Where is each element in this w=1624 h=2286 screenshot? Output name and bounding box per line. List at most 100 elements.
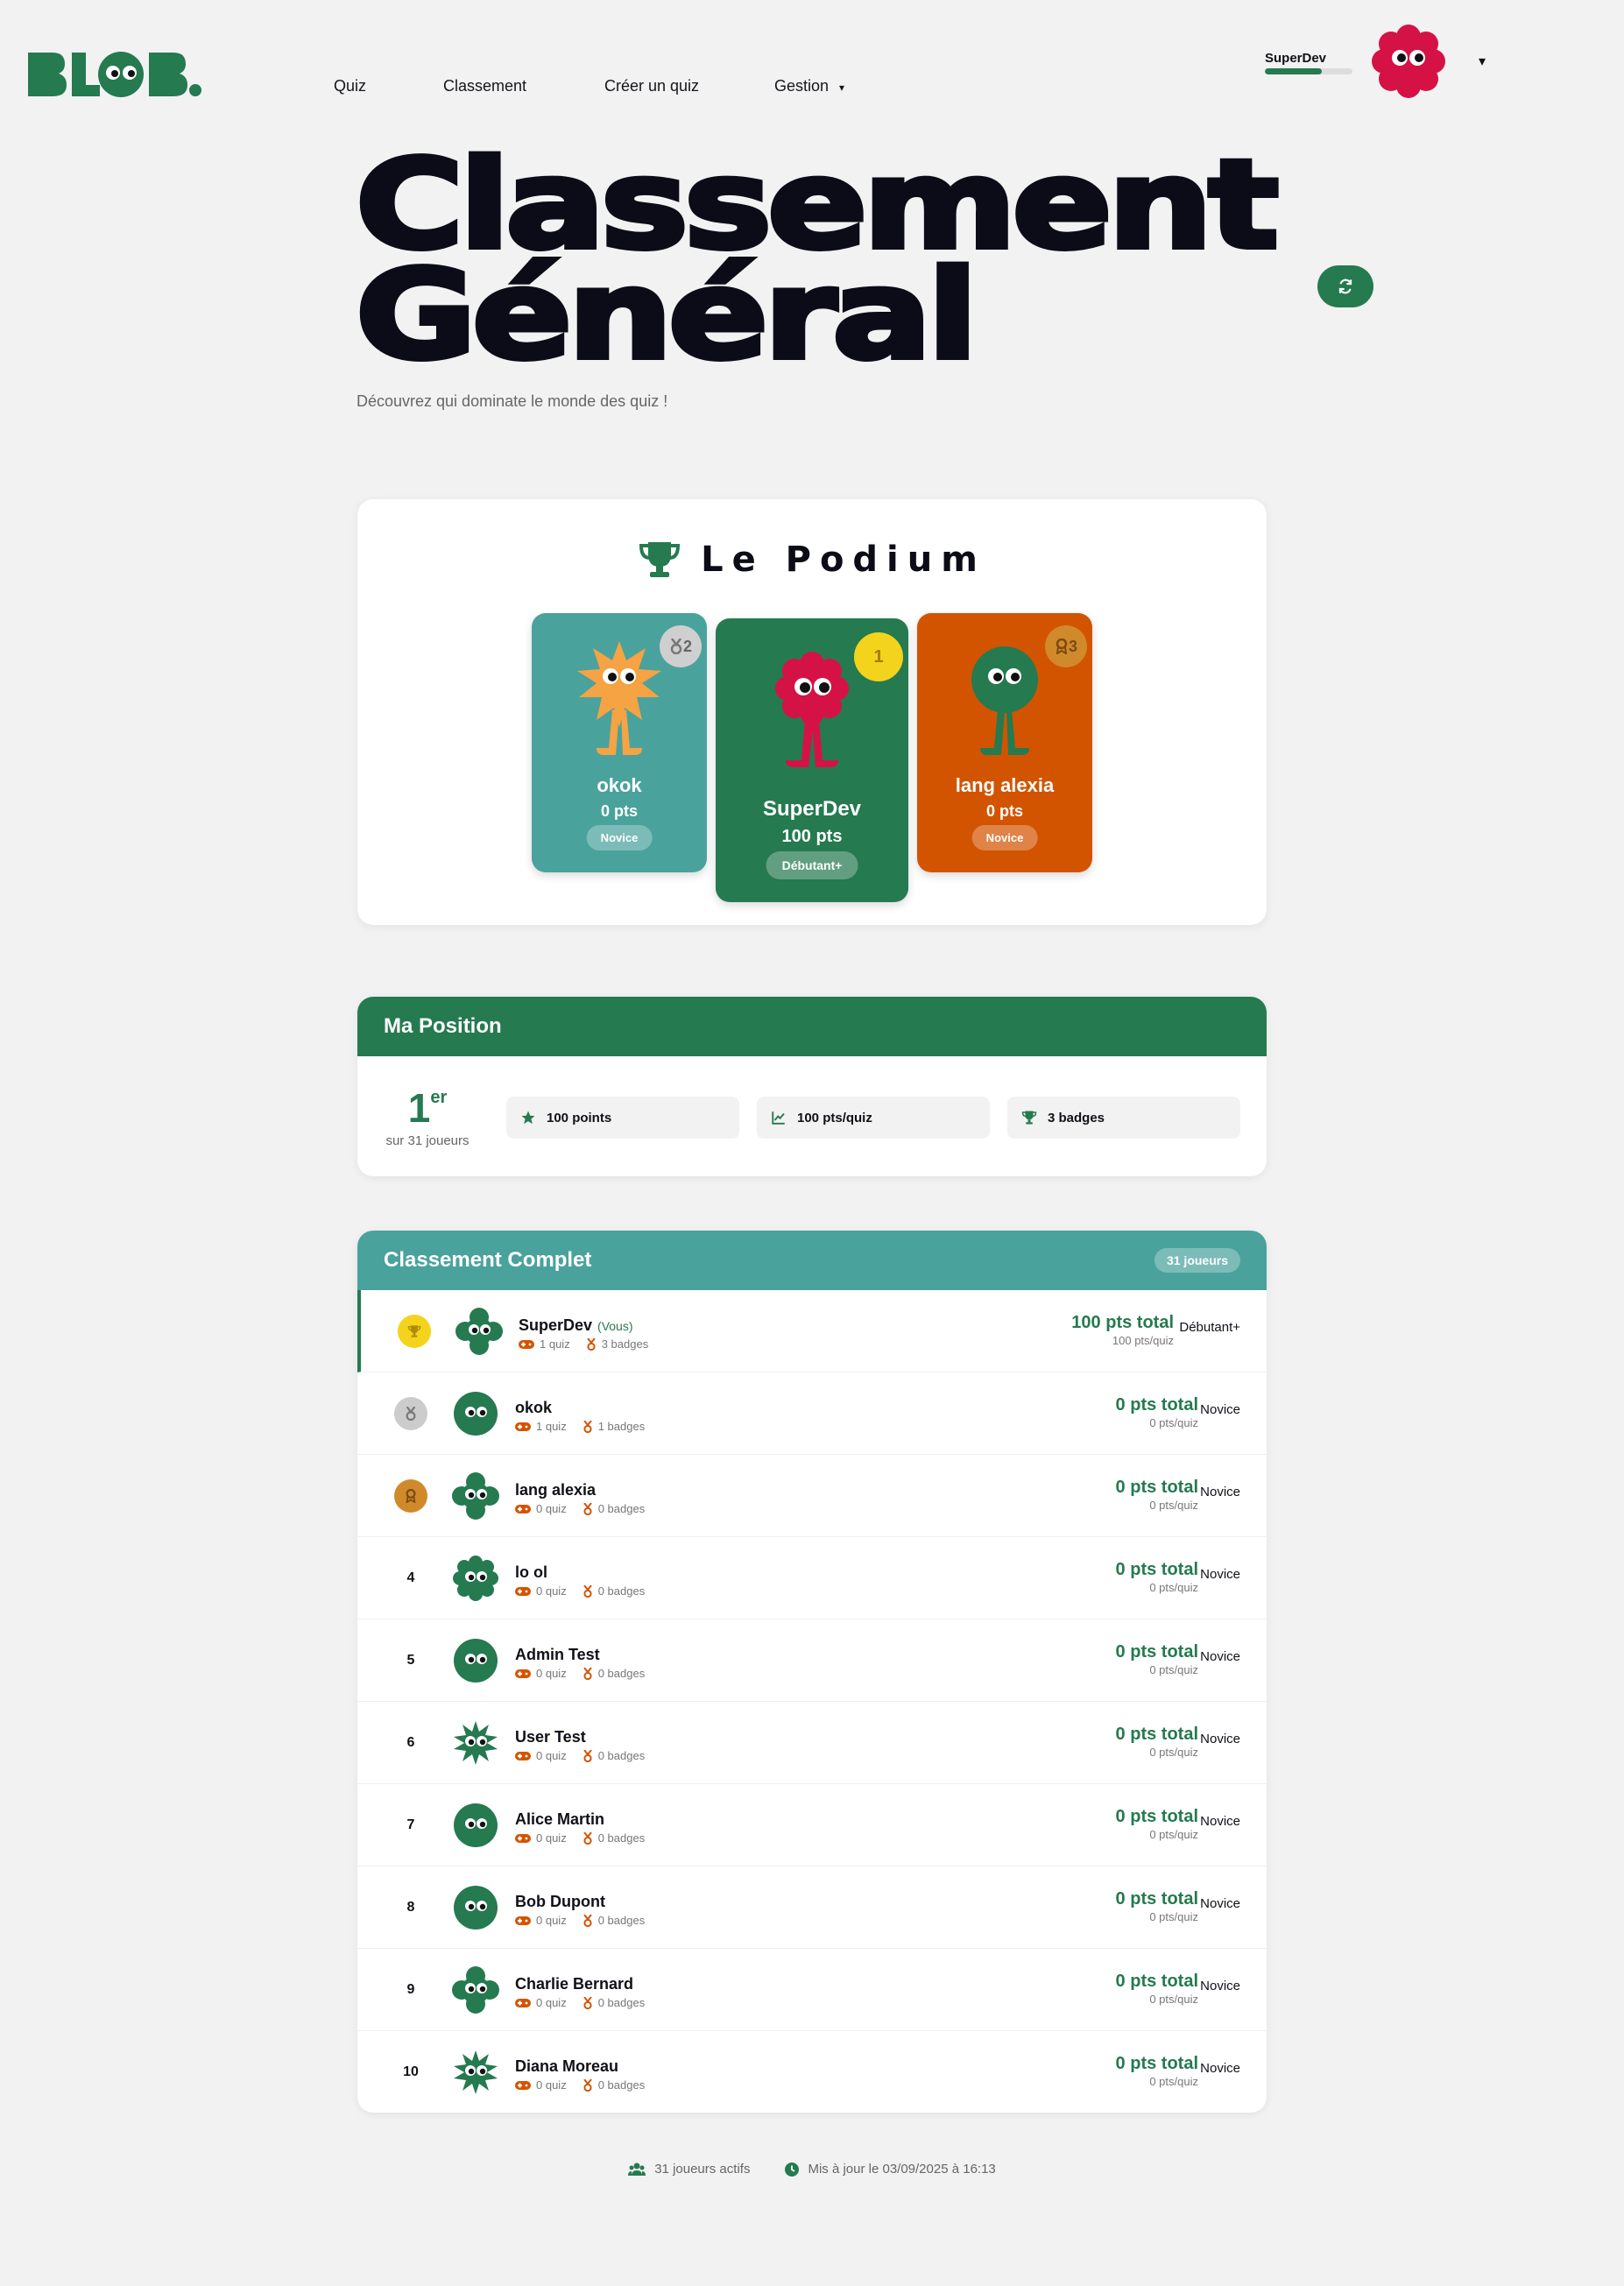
player-name: Diana Moreau — [515, 2057, 618, 2076]
quiz-count: 0 quiz — [515, 1914, 567, 1927]
ranking-row[interactable]: 4 lo ol 0 quiz 0 badges 0 pts total 0 pt… — [357, 1537, 1267, 1619]
ranking-row[interactable]: SuperDev (Vous) 1 quiz 3 badges 100 pts t… — [357, 1290, 1267, 1372]
score-average: 0 pts/quiz — [1149, 1663, 1198, 1676]
player-name-text: okok — [515, 1399, 553, 1416]
badge-count: 0 badges — [583, 1749, 645, 1762]
score-total: 0 pts total — [1115, 1889, 1198, 1909]
nav-quiz[interactable]: Quiz — [334, 77, 366, 95]
full-ranking-card: Classement Complet 31 joueurs SuperDev (V… — [357, 1231, 1267, 2113]
ranking-row[interactable]: 7 Alice Martin 0 quiz 0 badges 0 pts tot… — [357, 1784, 1267, 1866]
my-position-card: Ma Position 1er sur 31 joueurs 100 point… — [357, 997, 1267, 1176]
quiz-count-text: 0 quiz — [536, 1502, 567, 1515]
player-score: 100 pts total 100 pts/quiz — [1071, 1313, 1174, 1347]
badge-count: 0 badges — [583, 1584, 646, 1598]
badge-count: 0 badges — [583, 1502, 646, 1515]
my-rank-number: 1 — [407, 1085, 431, 1131]
medal-icon — [583, 1996, 592, 2009]
player-name-text: Alice Martin — [515, 1810, 605, 1828]
refresh-button[interactable] — [1317, 265, 1373, 307]
podium-third-name: lang alexia — [955, 774, 1055, 796]
podium-third-rank-number: 3 — [1068, 637, 1077, 655]
player-level: Novice — [1200, 1402, 1240, 1417]
ranking-row[interactable]: 5 Admin Test 0 quiz 0 badges 0 pts total… — [357, 1619, 1267, 1702]
user-avatar[interactable] — [1372, 25, 1445, 98]
quiz-count-text: 0 quiz — [536, 1667, 567, 1680]
player-meta: 0 quiz 0 badges — [515, 1749, 645, 1762]
rank-badge — [398, 1315, 431, 1348]
player-level: Novice — [1200, 1979, 1240, 1993]
player-avatar — [454, 1392, 498, 1436]
player-meta: 0 quiz 0 badges — [515, 1996, 645, 2009]
quiz-count: 0 quiz — [515, 1502, 567, 1515]
medal-icon — [583, 1420, 592, 1433]
stat-average: 100 pts/quiz — [757, 1097, 990, 1139]
gamepad-icon — [515, 1669, 531, 1678]
my-rank: 1er sur 31 joueurs — [384, 1084, 471, 1148]
player-count-badge: 31 joueurs — [1154, 1248, 1240, 1273]
footer-players-text: 31 joueurs actifs — [654, 2162, 751, 2177]
player-level: Novice — [1200, 1567, 1240, 1582]
nav-classement[interactable]: Classement — [443, 77, 526, 95]
podium-third-rank: 3 — [1045, 625, 1087, 667]
badge-count-text: 0 badges — [597, 1831, 646, 1845]
score-total: 0 pts total — [1115, 1395, 1198, 1415]
footer-updated: Mis à jour le 03/09/2025 à 16:13 — [785, 2162, 996, 2177]
podium-third[interactable]: 3 lang alexia 0 pts Novice — [917, 613, 1092, 872]
player-name: lang alexia — [515, 1481, 596, 1499]
player-name-text: Diana Moreau — [515, 2057, 619, 2075]
ranking-row[interactable]: 6 User Test 0 quiz 0 badges 0 pts total … — [357, 1702, 1267, 1784]
user-level-box: SuperDev — [1265, 51, 1352, 74]
podium-second[interactable]: 2 okok 0 pts Novice — [532, 613, 707, 872]
podium-first[interactable]: 1 SuperDev 100 pts Débutant+ — [716, 618, 908, 902]
quiz-count-text: 0 quiz — [536, 1749, 567, 1762]
badge-count-text: 0 badges — [597, 2078, 646, 2092]
trophy-icon — [407, 1325, 421, 1337]
badge-count-text: 0 badges — [597, 1502, 646, 1515]
ranking-row[interactable]: 8 Bob Dupont 0 quiz 0 badges 0 pts total… — [357, 1866, 1267, 1949]
full-ranking-title: Classement Complet — [384, 1248, 592, 1272]
badge-count: 0 badges — [583, 1667, 645, 1680]
medal-icon — [583, 1502, 592, 1515]
podium-second-name: okok — [597, 774, 642, 796]
ranking-row[interactable]: okok 1 quiz 1 badges 0 pts total 0 pts/q… — [357, 1372, 1267, 1455]
nav-gestion[interactable]: Gestion ▾ — [774, 77, 844, 95]
gamepad-icon — [515, 1422, 531, 1431]
player-name: Alice Martin — [515, 1810, 604, 1829]
quiz-count: 0 quiz — [515, 1831, 567, 1845]
medal-icon — [583, 1667, 592, 1680]
ranking-row[interactable]: lang alexia 0 quiz 0 badges 0 pts total … — [357, 1455, 1267, 1537]
medal-icon — [583, 1914, 592, 1927]
badge-count-text: 0 badges — [597, 1914, 646, 1927]
refresh-icon — [1338, 279, 1352, 294]
medal-icon — [583, 1831, 592, 1845]
badge-count-text: 0 badges — [597, 1584, 646, 1598]
footer-updated-text: Mis à jour le 03/09/2025 à 16:13 — [808, 2162, 996, 2177]
player-name-text: Admin Test — [515, 1646, 600, 1663]
page-subtitle: Découvrez qui dominate le monde des quiz… — [357, 392, 668, 410]
xp-progress-bar — [1265, 68, 1352, 74]
user-menu-caret-icon[interactable]: ▾ — [1479, 53, 1486, 70]
score-average: 0 pts/quiz — [1149, 1581, 1198, 1594]
player-level: Débutant+ — [1179, 1320, 1240, 1335]
player-score: 0 pts total 0 pts/quiz — [1116, 1478, 1198, 1512]
player-meta: 0 quiz 0 badges — [515, 2078, 645, 2092]
player-score: 0 pts total 0 pts/quiz — [1116, 1889, 1198, 1923]
nav-creer-quiz[interactable]: Créer un quiz — [604, 77, 699, 95]
okok-star-avatar — [577, 641, 661, 755]
podium-first-rank: 1 — [854, 632, 903, 681]
badge-count: 3 badges — [586, 1337, 648, 1351]
gamepad-icon — [515, 1751, 531, 1760]
player-level: Novice — [1200, 1814, 1240, 1829]
quiz-count: 0 quiz — [515, 2078, 567, 2092]
ranking-row[interactable]: 10 Diana Moreau 0 quiz 0 badges 0 pts to… — [357, 2031, 1267, 2113]
ranking-row[interactable]: 9 Charlie Bernard 0 quiz 0 badges 0 pts … — [357, 1949, 1267, 2031]
award-icon — [1056, 639, 1068, 654]
player-level: Novice — [1200, 1732, 1240, 1746]
score-average: 0 pts/quiz — [1149, 1828, 1198, 1841]
player-level: Novice — [1200, 1896, 1240, 1911]
footer-players: 31 joueurs actifs — [628, 2162, 750, 2177]
podium-third-points: 0 pts — [985, 802, 1023, 820]
rank-number: 7 — [406, 1817, 415, 1832]
score-average: 0 pts/quiz — [1149, 1910, 1198, 1923]
trophy-icon — [639, 542, 681, 577]
